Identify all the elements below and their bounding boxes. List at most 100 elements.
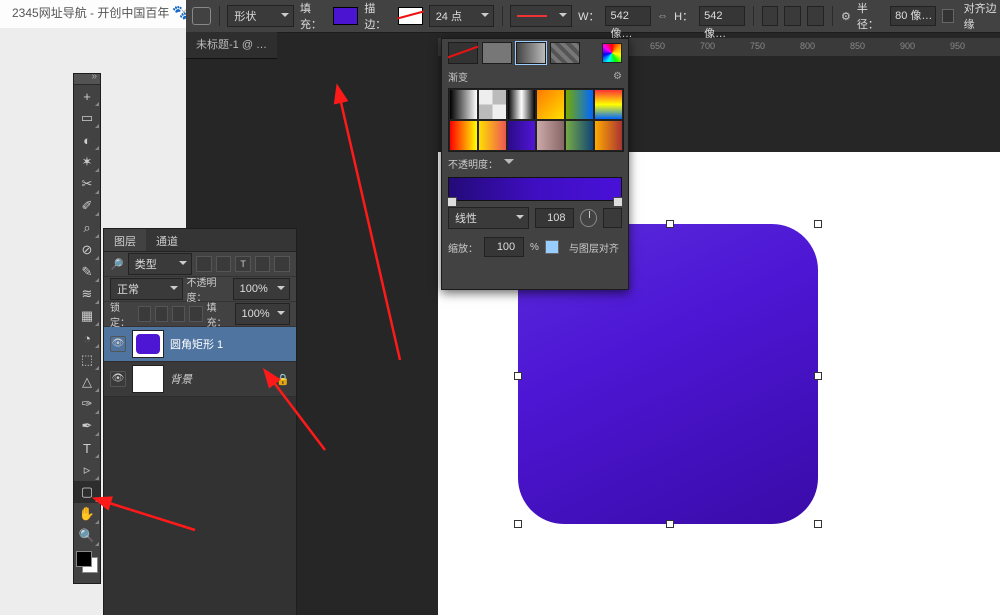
reverse-button[interactable]	[603, 208, 622, 228]
link-icon[interactable]: ⇔	[657, 10, 668, 22]
align-edges-checkbox[interactable]	[942, 9, 954, 23]
layer-row[interactable]: 👁背景🔒	[104, 362, 296, 397]
lock-position-icon[interactable]	[172, 306, 185, 322]
eye-icon[interactable]: 👁	[110, 371, 126, 387]
tool-button[interactable]: ✋	[74, 503, 100, 525]
color-swatches[interactable]	[76, 551, 98, 573]
tab-layers[interactable]: 图层	[104, 229, 146, 251]
gradient-preset[interactable]	[478, 89, 507, 120]
gradient-preset[interactable]	[449, 120, 478, 151]
tab-channels[interactable]: 通道	[146, 229, 188, 251]
layer-opacity-select[interactable]: 100%	[233, 278, 290, 300]
gradient-preset[interactable]	[536, 120, 565, 151]
tool-button[interactable]: ✒	[74, 415, 100, 437]
lock-transparent-icon[interactable]	[138, 306, 151, 322]
lock-label: 锁定：	[110, 299, 134, 329]
handle-mr[interactable]	[814, 372, 822, 380]
tool-button[interactable]: 🔍	[74, 525, 100, 547]
filter-smart-icon[interactable]	[274, 256, 290, 272]
angle-dial[interactable]	[580, 209, 597, 227]
tool-button[interactable]: ✶	[74, 151, 100, 173]
tool-button[interactable]: ✎	[74, 261, 100, 283]
fill-solid-button[interactable]	[482, 42, 512, 64]
gradient-preset[interactable]	[594, 89, 623, 120]
browser-tab[interactable]: 2345网址导航 - 开创中国百年 ×	[0, 0, 196, 28]
handle-bl[interactable]	[514, 520, 522, 528]
filter-type-icon[interactable]: T	[235, 256, 251, 272]
layer-thumbnail[interactable]	[132, 330, 164, 358]
gradient-stop-left[interactable]	[447, 197, 457, 207]
handle-bm[interactable]	[666, 520, 674, 528]
tool-button[interactable]: ⌕	[74, 217, 100, 239]
gear-icon[interactable]: ⚙	[841, 10, 851, 23]
scale-input[interactable]: 100	[484, 237, 524, 257]
tool-button[interactable]: ⬚	[74, 349, 100, 371]
handle-br[interactable]	[814, 520, 822, 528]
eye-icon[interactable]: 👁	[110, 336, 126, 352]
height-input[interactable]: 542 像…	[699, 6, 745, 26]
gradient-preset[interactable]	[565, 120, 594, 151]
gradient-preset[interactable]	[507, 120, 536, 151]
stroke-width-select[interactable]: 24 点	[429, 5, 494, 27]
chevron-down-icon[interactable]	[504, 159, 514, 169]
path-arrange-button[interactable]	[784, 6, 801, 26]
gradient-preset[interactable]	[536, 89, 565, 120]
tool-button[interactable]: ▢	[74, 481, 100, 503]
filter-type-select[interactable]: 类型	[128, 253, 193, 275]
radius-input[interactable]: 80 像…	[890, 6, 936, 26]
gradient-style-select[interactable]: 线性	[448, 207, 529, 229]
gradient-editor-bar[interactable]	[448, 177, 622, 201]
gradient-preset[interactable]	[594, 120, 623, 151]
gradient-preset[interactable]	[565, 89, 594, 120]
tool-button[interactable]: △	[74, 371, 100, 393]
gear-icon[interactable]: ⚙	[613, 71, 622, 82]
layer-row[interactable]: 👁圆角矩形 1	[104, 327, 296, 362]
tool-button[interactable]: ≋	[74, 283, 100, 305]
filter-shape-icon[interactable]	[255, 256, 271, 272]
angle-input[interactable]: 108	[535, 208, 573, 228]
ruler-mark: 850	[850, 41, 865, 51]
fill-pattern-button[interactable]	[550, 42, 580, 64]
color-picker-icon[interactable]	[602, 43, 622, 63]
path-options-button[interactable]	[807, 6, 824, 26]
stroke-style-select[interactable]	[510, 5, 572, 27]
path-align-button[interactable]	[762, 6, 779, 26]
width-input[interactable]: 542 像…	[605, 6, 651, 26]
blend-mode-select[interactable]: 正常	[110, 278, 183, 300]
align-layer-checkbox[interactable]	[545, 240, 559, 254]
gradient-stop-right[interactable]	[613, 197, 623, 207]
layer-fill-select[interactable]: 100%	[235, 303, 291, 325]
tool-button[interactable]: ⊘	[74, 239, 100, 261]
tool-mode-select[interactable]: 形状	[227, 5, 294, 27]
filter-pixel-icon[interactable]	[196, 256, 212, 272]
tools-panel-header[interactable]	[74, 74, 100, 85]
tool-button[interactable]: ✑	[74, 393, 100, 415]
handle-tr[interactable]	[814, 220, 822, 228]
fill-swatch[interactable]	[333, 7, 358, 25]
handle-tm[interactable]	[666, 220, 674, 228]
gradient-preset[interactable]	[449, 89, 478, 120]
fill-none-button[interactable]	[448, 42, 478, 64]
handle-ml[interactable]	[514, 372, 522, 380]
tool-button[interactable]: T	[74, 437, 100, 459]
tool-button[interactable]: ✂	[74, 173, 100, 195]
document-tab[interactable]: 未标题-1 @ …	[186, 32, 277, 59]
gradient-preset[interactable]	[478, 120, 507, 151]
tool-button[interactable]: +	[74, 85, 100, 107]
lock-pixels-icon[interactable]	[155, 306, 168, 322]
tool-button[interactable]: ◔	[74, 327, 100, 349]
tool-button[interactable]: ▦	[74, 305, 100, 327]
layers-panel-empty	[104, 397, 296, 615]
shape-tool-icon[interactable]	[192, 7, 211, 25]
tool-button[interactable]: ◐	[74, 129, 100, 151]
gradient-preset[interactable]	[507, 89, 536, 120]
tool-button[interactable]: ▹	[74, 459, 100, 481]
tool-button[interactable]: ▭	[74, 107, 100, 129]
align-layer-label: 与图层对齐	[569, 240, 619, 255]
tool-button[interactable]: ✐	[74, 195, 100, 217]
fill-gradient-button[interactable]	[516, 42, 546, 64]
stroke-swatch[interactable]	[398, 7, 423, 25]
layer-thumbnail[interactable]	[132, 365, 164, 393]
filter-adjust-icon[interactable]	[216, 256, 232, 272]
lock-all-icon[interactable]	[189, 306, 202, 322]
